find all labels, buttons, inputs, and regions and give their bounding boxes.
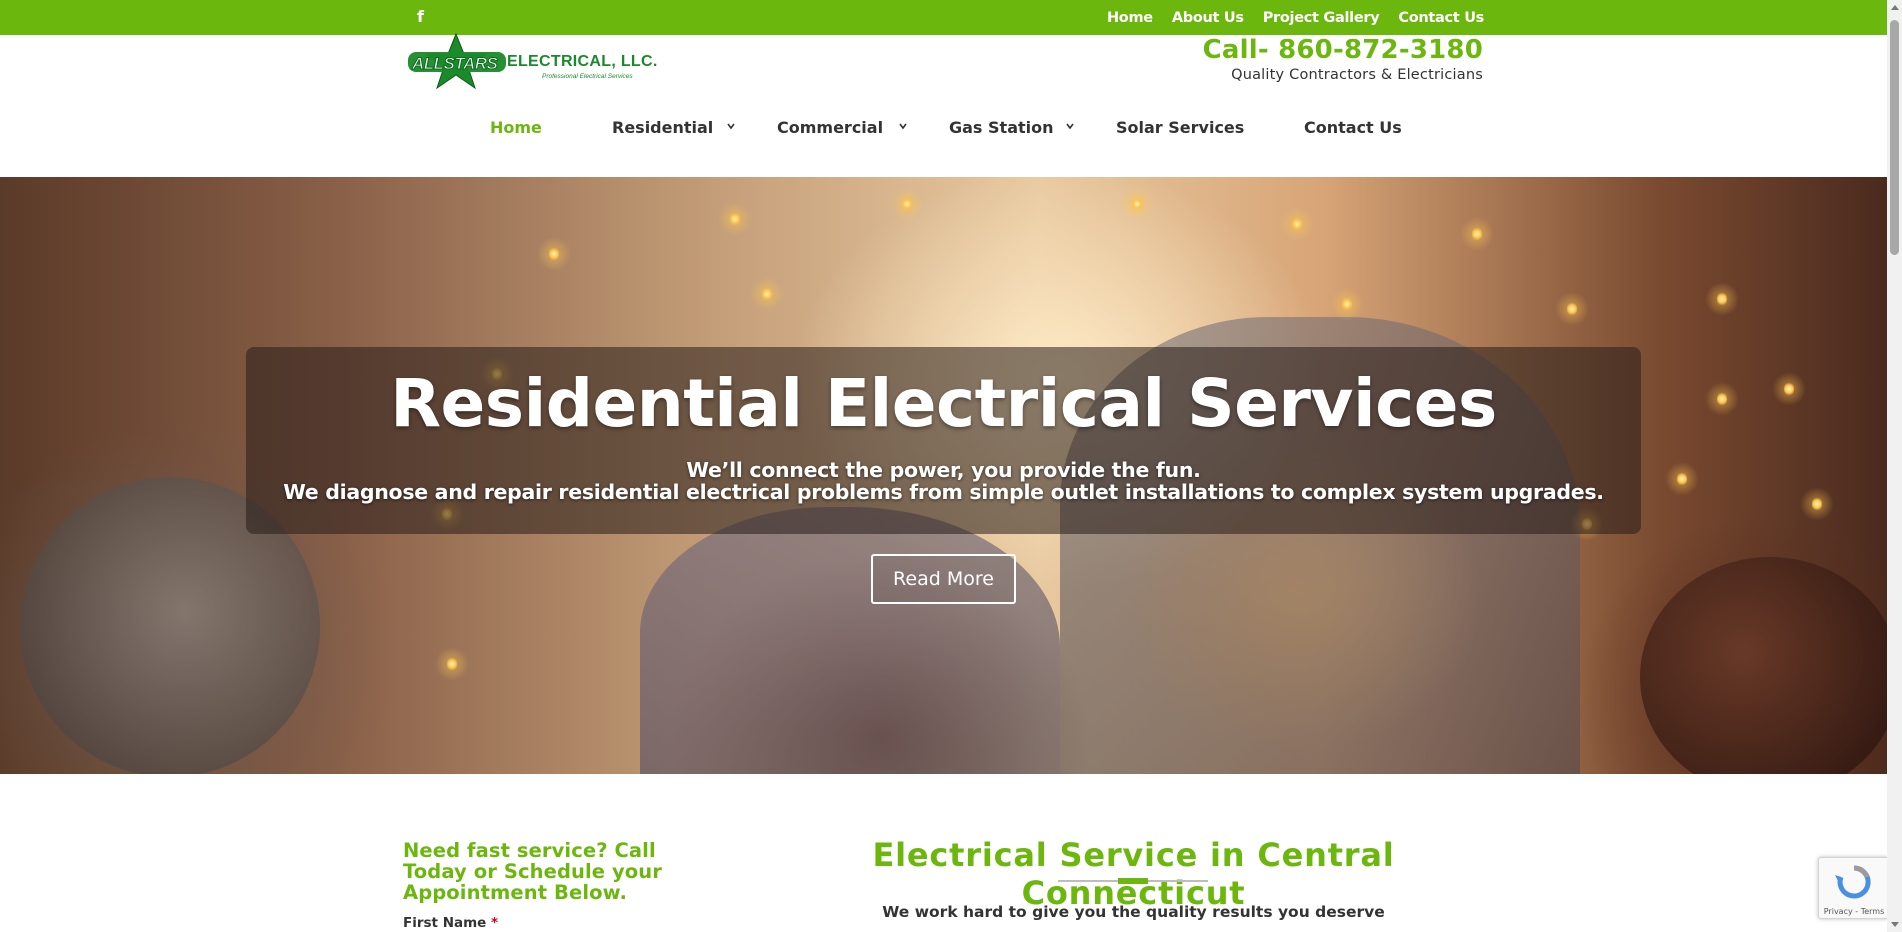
chevron-down-icon[interactable]: [898, 121, 908, 131]
first-name-label-text: First Name: [403, 915, 487, 931]
hero-subtitle: We’ll connect the power, you provide the…: [0, 459, 1887, 503]
string-light: [1717, 292, 1727, 306]
string-light: [549, 247, 559, 261]
string-light: [1472, 227, 1482, 241]
hero-background-shape: [1640, 557, 1887, 774]
nav-item-gas-station[interactable]: Gas Station: [949, 118, 1054, 137]
string-light: [730, 212, 740, 226]
string-light: [1342, 297, 1352, 311]
string-light: [447, 657, 457, 671]
hero-banner: Residential Electrical Services We’ll co…: [0, 177, 1887, 774]
logo-name: ELECTRICAL, LLC.: [507, 53, 658, 70]
page-scrollbar[interactable]: [1887, 0, 1902, 932]
nav-item-contact-us[interactable]: Contact Us: [1304, 118, 1402, 137]
string-light: [762, 287, 772, 301]
section-title: Electrical Service in Central Connecticu…: [872, 836, 1395, 912]
string-light: [902, 197, 912, 211]
cta-heading: Need fast service? Call Today or Schedul…: [403, 839, 662, 904]
top-link-contact-us[interactable]: Contact Us: [1398, 10, 1484, 26]
read-more-button[interactable]: Read More: [871, 554, 1016, 604]
chevron-down-icon[interactable]: [1065, 121, 1075, 131]
scrollbar-thumb[interactable]: [1890, 20, 1899, 255]
header-tagline: Quality Contractors & Electricians: [1231, 67, 1483, 83]
hero-subtitle-line-1: We’ll connect the power, you provide the…: [686, 458, 1201, 482]
hero-background-shape: [640, 507, 1060, 774]
recaptcha-badge[interactable]: Privacy - Terms: [1818, 857, 1888, 919]
scroll-up-icon[interactable]: [1891, 5, 1899, 10]
scroll-down-icon[interactable]: [1891, 922, 1899, 927]
site-logo[interactable]: ALLSTARS ELECTRICAL, LLC. Professional E…: [406, 32, 657, 92]
string-light: [1132, 197, 1142, 211]
section-text: We work hard to give you the quality res…: [882, 903, 1385, 921]
main-nav: Home Residential Commercial Gas Station …: [0, 118, 1887, 146]
string-light: [1292, 217, 1302, 231]
divider-accent: [1118, 878, 1148, 884]
phone-number[interactable]: Call- 860-872-3180: [1203, 34, 1483, 66]
hero-title: Residential Electrical Services: [390, 365, 1497, 442]
top-link-project-gallery[interactable]: Project Gallery: [1263, 10, 1380, 26]
header-contact: Call- 860-872-3180 Quality Contractors &…: [1203, 34, 1483, 84]
top-bar: f Home About Us Project Gallery Contact …: [0, 0, 1887, 35]
nav-item-home[interactable]: Home: [490, 118, 542, 137]
top-link-home[interactable]: Home: [1107, 10, 1153, 26]
recaptcha-icon: [1835, 865, 1871, 899]
top-link-about-us[interactable]: About Us: [1172, 10, 1244, 26]
nav-item-commercial[interactable]: Commercial: [777, 118, 883, 137]
section-divider: [1058, 878, 1208, 884]
recaptcha-terms[interactable]: Privacy - Terms: [1819, 907, 1889, 916]
nav-item-residential[interactable]: Residential: [612, 118, 713, 137]
chevron-down-icon[interactable]: [726, 121, 736, 131]
logo-tagline: Professional Electrical Services: [542, 73, 633, 80]
hero-subtitle-line-2: We diagnose and repair residential elect…: [283, 480, 1604, 504]
required-mark: *: [491, 915, 499, 931]
top-links: Home About Us Project Gallery Contact Us: [1107, 0, 1484, 35]
nav-item-solar-services[interactable]: Solar Services: [1116, 118, 1244, 137]
first-name-label: First Name *: [403, 915, 498, 931]
logo-brand: ALLSTARS: [411, 54, 498, 74]
facebook-icon[interactable]: f: [417, 7, 424, 27]
string-light: [1567, 302, 1577, 316]
